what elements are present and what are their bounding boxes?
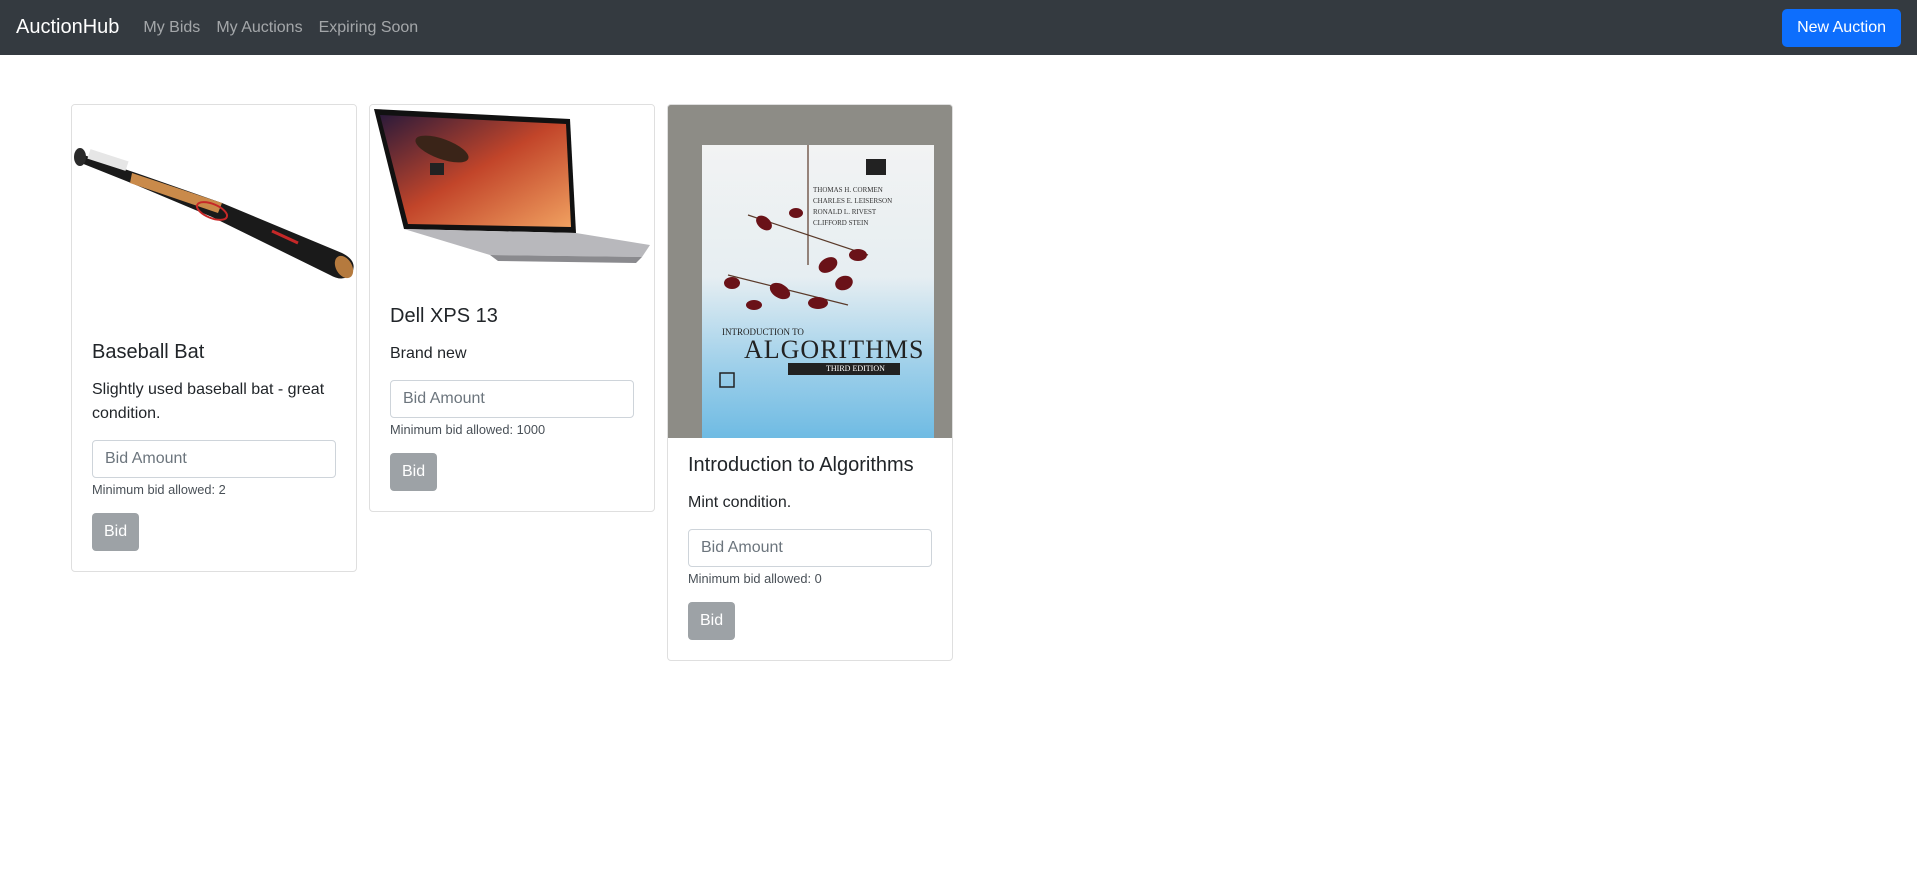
nav-link-my-bids[interactable]: My Bids	[143, 19, 200, 37]
bid-button[interactable]: Bid	[390, 453, 438, 491]
brand-logo[interactable]: AuctionHub	[16, 16, 119, 39]
bid-amount-input[interactable]	[92, 440, 336, 478]
auction-card-intro-to-algorithms: THOMAS H. CORMEN CHARLES E. LEISERSON RO…	[667, 104, 953, 661]
laptop-icon	[370, 105, 654, 289]
book-edition: THIRD EDITION	[826, 364, 885, 373]
baseball-bat-image	[72, 105, 356, 325]
card-description: Brand new	[390, 345, 467, 362]
auction-card-dell-xps-13: Dell XPS 13 Brand new Minimum bid allowe…	[369, 104, 655, 512]
bid-button[interactable]: Bid	[688, 602, 736, 640]
new-auction-button[interactable]: New Auction	[1782, 8, 1901, 47]
book-authors: THOMAS H. CORMEN CHARLES E. LEISERSON RO…	[813, 185, 892, 229]
bid-button[interactable]: Bid	[92, 513, 140, 551]
book-cover-icon	[668, 105, 952, 438]
nav-link-my-auctions[interactable]: My Auctions	[216, 19, 302, 37]
card-title: Dell XPS 13	[390, 305, 498, 327]
book-cover-image: THOMAS H. CORMEN CHARLES E. LEISERSON RO…	[668, 105, 952, 438]
card-title: Introduction to Algorithms	[688, 454, 914, 476]
book-author: THOMAS H. CORMEN	[813, 186, 883, 194]
baseball-bat-icon	[72, 105, 356, 325]
nav-link-expiring-soon[interactable]: Expiring Soon	[319, 19, 419, 37]
bid-amount-input[interactable]	[688, 529, 932, 567]
min-bid-hint: Minimum bid allowed: 0	[688, 571, 822, 586]
book-author: RONALD L. RIVEST	[813, 208, 877, 216]
book-author: CHARLES E. LEISERSON	[813, 197, 893, 205]
card-title: Baseball Bat	[92, 341, 205, 363]
laptop-image	[370, 105, 654, 289]
min-bid-hint: Minimum bid allowed: 2	[92, 482, 226, 497]
card-description: Slightly used baseball bat - great condi…	[92, 381, 325, 422]
top-navbar: AuctionHub My Bids My Auctions Expiring …	[0, 0, 1917, 55]
book-author: CLIFFORD STEIN	[813, 219, 869, 227]
bid-amount-input[interactable]	[390, 380, 634, 418]
auction-card-baseball-bat: Baseball Bat Slightly used baseball bat …	[71, 104, 357, 572]
card-description: Mint condition.	[688, 494, 792, 511]
book-title-large: ALGORITHMS	[744, 335, 925, 364]
min-bid-hint: Minimum bid allowed: 1000	[390, 422, 546, 437]
